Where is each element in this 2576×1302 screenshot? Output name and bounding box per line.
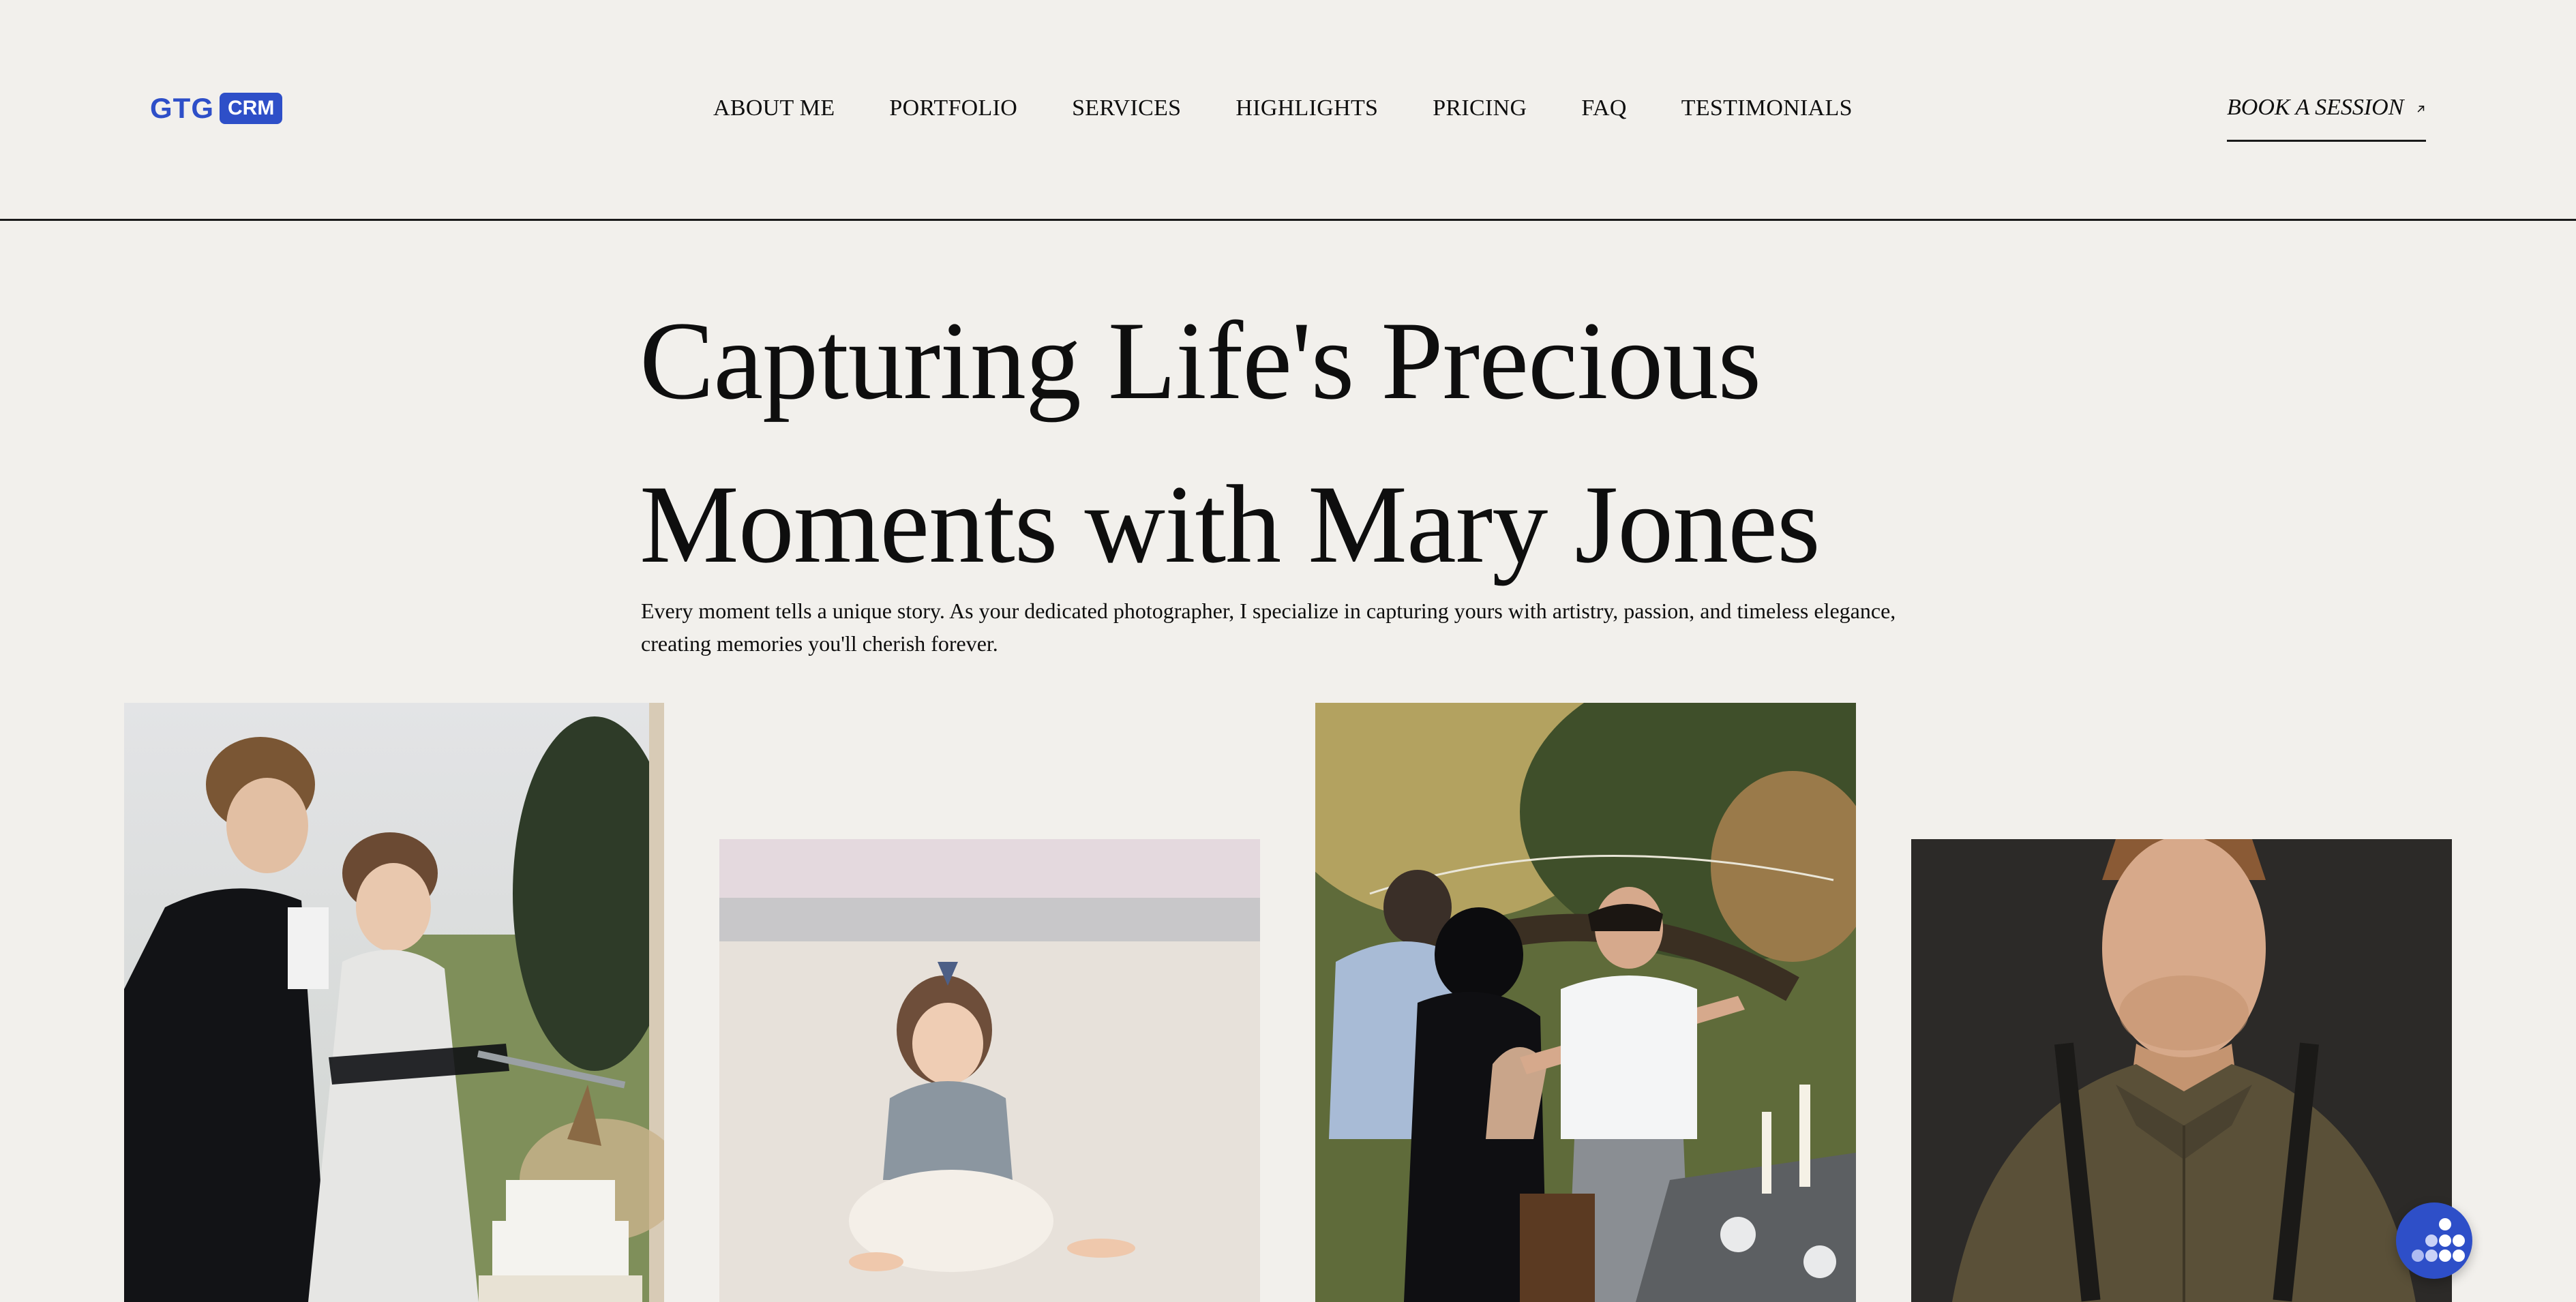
nav-item-pricing[interactable]: PRICING (1433, 95, 1527, 121)
nav-item-testimonials[interactable]: TESTIMONIALS (1681, 95, 1853, 121)
logo-badge: CRM (220, 93, 283, 124)
nav-item-portfolio[interactable]: PORTFOLIO (889, 95, 1017, 121)
book-session-button[interactable]: BOOK A SESSION (2227, 90, 2426, 142)
beach-photo-illustration (719, 839, 1260, 1302)
main-nav: ABOUT ME PORTFOLIO SERVICES HIGHLIGHTS P… (713, 93, 1853, 123)
hero-title-line-1: Capturing Life's Precious (640, 299, 1761, 423)
logo-brand-text: GTG (150, 92, 214, 124)
gallery-photo-wedding[interactable] (124, 703, 664, 1302)
gallery-photo-beach-child[interactable] (719, 839, 1260, 1302)
site-header: GTG CRM ABOUT ME PORTFOLIO SERVICES HIGH… (0, 0, 2576, 221)
hero-title-line-2: Moments with Mary Jones (640, 463, 1821, 586)
hero-title: Capturing Life's Precious Moments with M… (640, 279, 1935, 607)
nav-item-services[interactable]: SERVICES (1072, 95, 1181, 121)
hero-subtitle-line-1: Every moment tells a unique story. As yo… (641, 599, 1896, 623)
nav-item-faq[interactable]: FAQ (1581, 95, 1626, 121)
arrow-up-right-icon (2417, 106, 2425, 112)
nav-item-about-me[interactable]: ABOUT ME (713, 95, 835, 121)
hero-subtitle: Every moment tells a unique story. As yo… (641, 594, 1936, 660)
hero-subtitle-line-2: creating memories you'll cherish forever… (641, 631, 998, 656)
gallery-photo-celebration[interactable] (1315, 703, 1856, 1302)
nav-item-highlights[interactable]: HIGHLIGHTS (1235, 95, 1378, 121)
dots-grid-icon (2412, 1218, 2465, 1262)
chat-widget-button[interactable] (2396, 1202, 2472, 1279)
celebration-photo-illustration (1315, 703, 1856, 1302)
logo[interactable]: GTG CRM (150, 91, 283, 125)
gallery-photo-portrait[interactable] (1911, 839, 2452, 1302)
book-session-label: BOOK A SESSION (2227, 95, 2404, 120)
portrait-photo-illustration (1911, 839, 2452, 1302)
wedding-photo-illustration (124, 703, 664, 1302)
